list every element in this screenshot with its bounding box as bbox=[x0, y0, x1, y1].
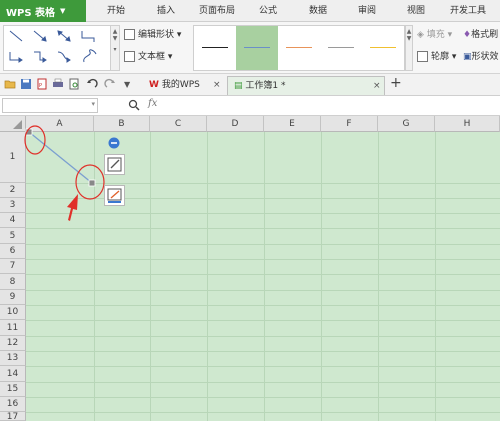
redo-icon[interactable] bbox=[104, 78, 116, 90]
menu-item-home[interactable]: 开始 bbox=[107, 0, 125, 22]
chevron-down-icon: ▼ bbox=[60, 7, 66, 15]
outline-icon bbox=[417, 51, 428, 62]
open-folder-icon[interactable] bbox=[4, 78, 16, 90]
tab-my-wps[interactable]: W 我的WPS × bbox=[143, 76, 225, 95]
menu-item-review[interactable]: 审阅 bbox=[358, 0, 376, 22]
fill-label: 填充 bbox=[426, 30, 445, 40]
chevron-down-icon: ▾ bbox=[449, 52, 457, 62]
text-box-label: 文本框 bbox=[138, 52, 166, 62]
tab-my-wps-label: 我的WPS bbox=[161, 80, 200, 90]
line-style-gray[interactable] bbox=[320, 26, 362, 70]
export-pdf-icon[interactable]: P bbox=[36, 78, 48, 90]
text-box-button[interactable]: 文本框 ▾ bbox=[124, 50, 172, 64]
line-shape[interactable] bbox=[28, 131, 93, 184]
collapse-minus-icon[interactable] bbox=[108, 137, 120, 149]
line-style-orange[interactable] bbox=[278, 26, 320, 70]
format-painter-label: 格式刷 bbox=[471, 30, 499, 40]
outline-label: 轮廓 bbox=[431, 52, 450, 62]
menu-item-insert[interactable]: 插入 bbox=[157, 0, 175, 22]
close-icon[interactable]: × bbox=[213, 76, 221, 95]
line-style-black[interactable] bbox=[194, 26, 236, 70]
line-style-blue-selected[interactable] bbox=[236, 26, 278, 70]
shape-effects-button[interactable]: ▣形状效 bbox=[463, 50, 499, 64]
format-painter-button[interactable]: ♦格式刷 bbox=[463, 28, 498, 42]
toolbar-dropdown-icon[interactable]: ▼ bbox=[124, 76, 130, 94]
text-box-icon bbox=[124, 51, 135, 62]
chevron-down-icon: ▾ bbox=[444, 30, 453, 40]
function-icon[interactable]: fx bbox=[148, 98, 157, 109]
edit-shape-label: 编辑形状 bbox=[138, 30, 175, 40]
annotation-arrow-icon bbox=[67, 194, 78, 221]
outline-button[interactable]: 轮廓 ▾ bbox=[417, 50, 456, 64]
shape-gallery[interactable] bbox=[3, 25, 111, 71]
zoom-search-icon[interactable] bbox=[128, 99, 140, 111]
save-icon[interactable] bbox=[20, 78, 32, 90]
outline-float-button[interactable] bbox=[104, 185, 125, 206]
pencil-square-icon bbox=[107, 157, 122, 172]
undo-icon[interactable] bbox=[86, 78, 98, 90]
tab-workbook[interactable]: ▤ 工作簿1 * × bbox=[227, 76, 385, 95]
annotation-circle bbox=[24, 125, 46, 155]
spreadsheet-icon: ▤ bbox=[234, 81, 243, 91]
edit-shape-float-button[interactable] bbox=[104, 154, 125, 175]
line-end-handle[interactable] bbox=[88, 179, 96, 187]
formula-input[interactable] bbox=[168, 98, 498, 113]
menu-item-page-layout[interactable]: 页面布局 bbox=[199, 0, 235, 22]
shape-effects-label: 形状效 bbox=[471, 52, 499, 62]
line-shapes-icon bbox=[9, 30, 97, 63]
paint-bucket-icon: ◈ bbox=[417, 30, 427, 40]
app-menu-button[interactable]: WPS 表格 ▼ bbox=[0, 0, 86, 22]
svg-text:P: P bbox=[39, 83, 42, 89]
brush-icon: ♦ bbox=[463, 30, 472, 40]
gallery-scroll-button[interactable]: ▲ ▼ ▾ bbox=[111, 25, 120, 71]
name-box[interactable]: ▾ bbox=[2, 98, 98, 113]
wps-logo-icon: W bbox=[149, 80, 159, 90]
menu-item-view[interactable]: 视图 bbox=[407, 0, 425, 22]
chevron-down-icon: ▾ bbox=[174, 30, 182, 40]
style-gallery-scroll[interactable]: ▲ ▼ bbox=[405, 25, 413, 71]
outline-color-icon bbox=[107, 188, 122, 203]
drawing-overlay bbox=[24, 125, 105, 221]
print-preview-icon[interactable] bbox=[68, 78, 80, 90]
menu-item-data[interactable]: 数据 bbox=[309, 0, 327, 22]
fill-button[interactable]: ◈ 填充 ▾ bbox=[417, 28, 452, 42]
chevron-down-icon: ▾ bbox=[91, 100, 95, 108]
edit-shape-button[interactable]: 编辑形状 ▾ bbox=[124, 28, 181, 42]
line-style-yellow[interactable] bbox=[362, 26, 404, 70]
app-name: WPS 表格 bbox=[6, 7, 56, 19]
edit-shape-icon bbox=[124, 29, 135, 40]
tab-workbook-label: 工作簿1 * bbox=[245, 81, 286, 91]
menu-item-formulas[interactable]: 公式 bbox=[259, 0, 277, 22]
shape-effects-icon: ▣ bbox=[463, 52, 472, 62]
print-icon[interactable] bbox=[52, 78, 64, 90]
menu-item-developer[interactable]: 开发工具 bbox=[450, 0, 486, 22]
close-icon[interactable]: × bbox=[373, 77, 381, 96]
chevron-down-icon: ▾ bbox=[165, 52, 173, 62]
line-style-gallery[interactable] bbox=[193, 25, 405, 71]
new-tab-icon[interactable]: + bbox=[390, 75, 402, 91]
